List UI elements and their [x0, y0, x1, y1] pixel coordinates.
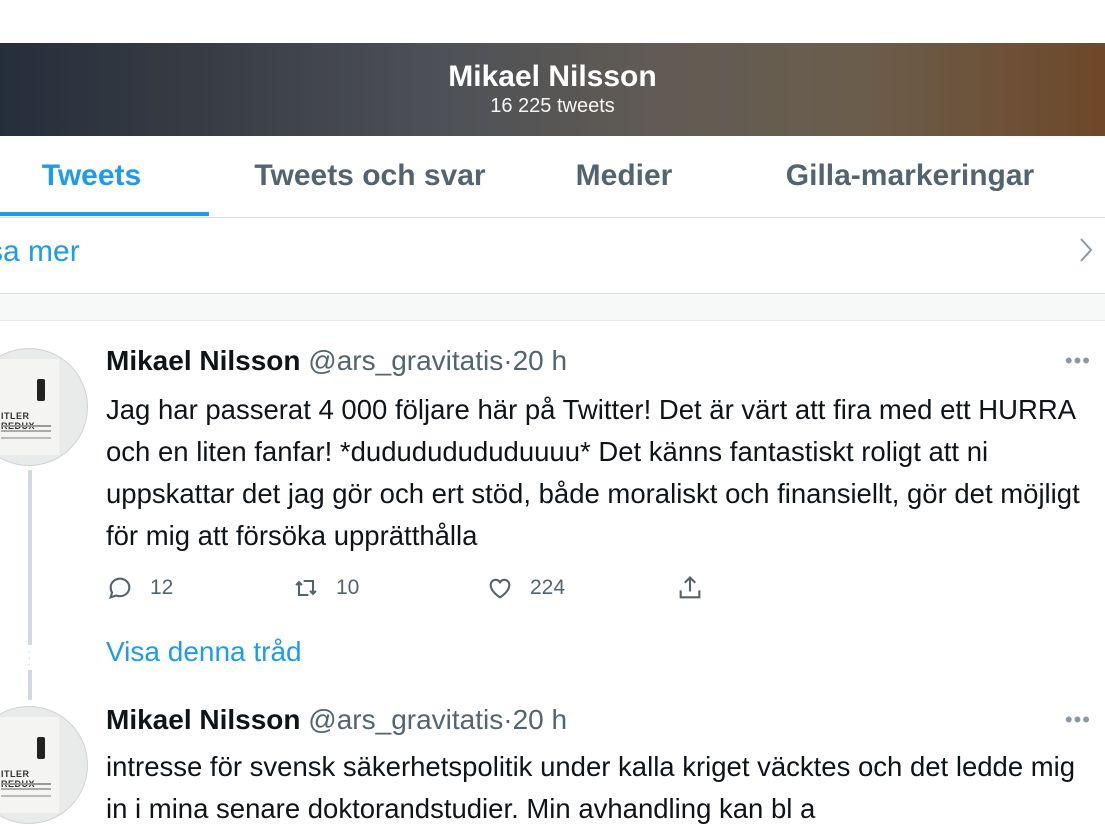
tab-tweets-and-replies[interactable]: Tweets och svar: [230, 136, 510, 216]
tweet-author-handle[interactable]: @ars_gravitatis: [308, 704, 503, 735]
tab-media[interactable]: Medier: [555, 136, 693, 216]
tweet[interactable]: ITLER REDUX ··· Mikael Nilsson @ars_grav…: [0, 320, 1105, 700]
profile-header-banner: Mikael Nilsson 16 225 tweets: [0, 43, 1105, 136]
profile-tabs: Tweets Tweets och svar Medier Gilla-mark…: [0, 136, 1105, 218]
profile-name: Mikael Nilsson: [448, 60, 657, 93]
tweet-timestamp[interactable]: 20 h: [513, 704, 568, 735]
active-tab-indicator: [0, 212, 209, 216]
show-more-row[interactable]: sa mer: [0, 217, 1105, 294]
thread-line: [28, 470, 32, 645]
more-icon[interactable]: •••: [1065, 348, 1091, 374]
tweet-header: Mikael Nilsson @ars_gravitatis·20 h: [106, 344, 567, 378]
like-count: 224: [530, 576, 566, 599]
tweet-author-name[interactable]: Mikael Nilsson: [106, 345, 301, 376]
chevron-right-icon: [1079, 237, 1093, 270]
retweet-icon: [295, 579, 317, 597]
avatar-book-image: ITLER REDUX: [0, 717, 59, 813]
like-icon: [489, 578, 511, 599]
tab-tweets[interactable]: Tweets: [0, 136, 183, 216]
more-icon[interactable]: •••: [1065, 707, 1091, 733]
tweet-author-handle[interactable]: @ars_gravitatis: [308, 345, 503, 376]
show-more-label: sa mer: [0, 235, 80, 268]
retweet-count: 10: [336, 576, 360, 599]
tweet-header: Mikael Nilsson @ars_gravitatis·20 h: [106, 703, 567, 737]
tweet-count: 16 225 tweets: [490, 95, 615, 117]
show-thread-link[interactable]: Visa denna tråd: [106, 636, 302, 668]
share-icon: [679, 576, 701, 599]
retweet-button[interactable]: 10: [292, 570, 359, 606]
avatar[interactable]: ITLER REDUX: [0, 706, 88, 824]
like-button[interactable]: 224: [486, 570, 565, 606]
avatar-book-title: ITLER REDUX: [1, 411, 35, 431]
tweet-text: Jag har passerat 4 000 följare här på Tw…: [106, 394, 1080, 551]
tweet-separator: ·: [503, 345, 513, 376]
avatar[interactable]: ITLER REDUX: [0, 348, 88, 466]
tweet[interactable]: ITLER REDUX Mikael Nilsson @ars_gravitat…: [0, 690, 1105, 828]
tweet-separator: ·: [503, 704, 513, 735]
avatar-book-image: ITLER REDUX: [0, 359, 59, 455]
tweet-author-name[interactable]: Mikael Nilsson: [106, 704, 301, 735]
avatar-book-title: ITLER REDUX: [1, 769, 35, 789]
tweet-text: intresse för svensk säkerhetspolitik und…: [106, 751, 1076, 824]
thread-dots: · · ·: [27, 643, 32, 671]
reply-button[interactable]: 12: [106, 570, 173, 606]
share-button[interactable]: [676, 570, 720, 606]
reply-icon: [109, 577, 131, 599]
tab-likes[interactable]: Gilla-markeringar: [760, 136, 1060, 216]
section-divider: [0, 294, 1105, 321]
reply-count: 12: [150, 576, 174, 599]
tweet-timestamp[interactable]: 20 h: [513, 345, 568, 376]
